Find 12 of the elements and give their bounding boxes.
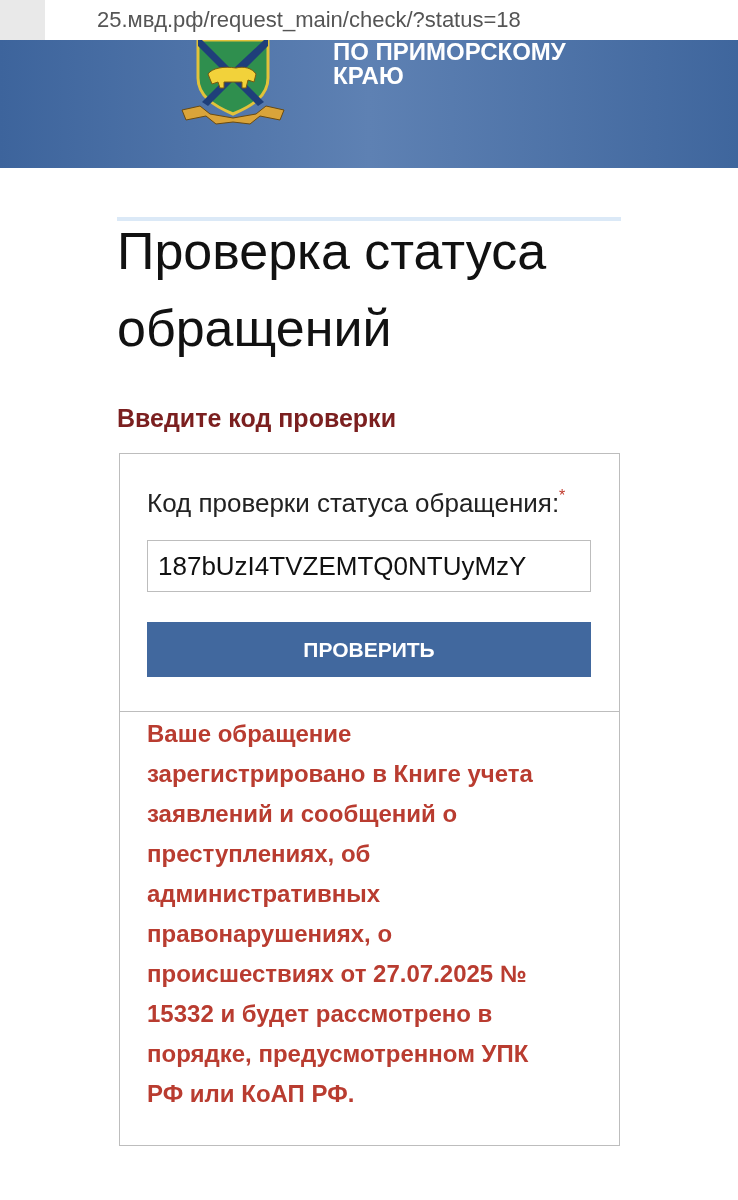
code-input[interactable]: 187bUzI4TVZEMTQ0NTUyMzY	[147, 540, 591, 592]
url-text[interactable]: 25.мвд.рф/request_main/check/?status=18	[97, 6, 521, 34]
check-button[interactable]: ПРОВЕРИТЬ	[147, 622, 591, 677]
required-mark: *	[559, 488, 566, 504]
tab-edge	[0, 0, 45, 40]
result-message: Ваше обращение зарегистрировано в Книге учета заявлений и сообщений о преступлениях, об административных правонарушениях, о происшествиях от 27.07.2025 № 15332 и будет рассмотрено в порядке, предусмотренном УПК РФ или КоАП РФ.	[147, 719, 534, 1109]
header-title: КРАЮ	[333, 64, 405, 88]
field-label: Код проверки статуса обращения:	[147, 488, 560, 518]
header-title: ПО ПРИМОРСКОМУ	[333, 40, 566, 64]
page-title: Проверка статуса обращений	[117, 221, 548, 359]
section-heading: Введите код проверки	[117, 403, 397, 433]
shield-emblem-icon	[180, 40, 286, 126]
